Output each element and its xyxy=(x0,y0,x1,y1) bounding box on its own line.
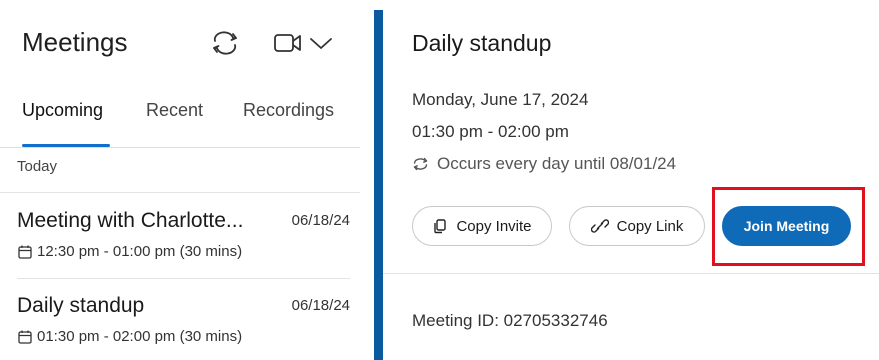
recurrence-icon xyxy=(413,157,428,171)
meeting-time: 12:30 pm - 01:00 pm (30 mins) xyxy=(17,243,242,260)
video-options-button[interactable] xyxy=(266,27,342,59)
meetings-panel: Meetings Upcoming Recent Recordings Toda… xyxy=(0,0,374,360)
meeting-time-text: 01:30 pm - 02:00 pm (30 mins) xyxy=(37,328,243,345)
sync-icon[interactable] xyxy=(206,27,244,59)
chevron-down-icon xyxy=(310,38,332,49)
meeting-detail-time: 01:30 pm - 02:00 pm xyxy=(412,122,569,141)
tab-recordings[interactable]: Recordings xyxy=(243,100,334,121)
divider xyxy=(0,147,360,148)
section-label-today: Today xyxy=(17,158,58,175)
recurrence-text: Occurs every day until 08/01/24 xyxy=(437,154,677,173)
link-icon xyxy=(590,219,609,233)
copy-link-button[interactable]: Copy Link xyxy=(569,206,705,246)
meeting-time: 01:30 pm - 02:00 pm (30 mins) xyxy=(17,328,242,345)
list-item-meeting[interactable]: Daily standup 06/18/24 01:30 pm - 02:00 … xyxy=(0,282,360,360)
meetings-header: Meetings xyxy=(0,0,374,85)
list-item-meeting[interactable]: Meeting with Charlotte... 06/18/24 12:30… xyxy=(0,197,360,281)
meeting-time-text: 12:30 pm - 01:00 pm (30 mins) xyxy=(37,243,243,260)
calendar-icon xyxy=(18,330,32,344)
meeting-detail-title: Daily standup xyxy=(412,30,552,56)
meeting-detail-date: Monday, June 17, 2024 xyxy=(412,90,589,109)
divider xyxy=(0,192,360,193)
meeting-recurrence: Occurs every day until 08/01/24 xyxy=(412,154,676,174)
video-camera-icon xyxy=(274,34,301,52)
divider xyxy=(17,278,350,279)
meeting-date: 06/18/24 xyxy=(291,212,350,229)
copy-icon xyxy=(434,219,447,234)
copy-invite-button[interactable]: Copy Invite xyxy=(412,206,552,246)
copy-invite-label: Copy Invite xyxy=(456,217,532,235)
meeting-tabs: Upcoming Recent Recordings xyxy=(0,86,374,148)
tab-recent[interactable]: Recent xyxy=(146,100,203,121)
calendar-icon xyxy=(18,245,32,259)
copy-link-label: Copy Link xyxy=(616,217,684,235)
meeting-detail-panel: Daily standup Monday, June 17, 2024 01:3… xyxy=(383,0,879,360)
join-meeting-button[interactable]: Join Meeting xyxy=(722,206,851,246)
tab-upcoming[interactable]: Upcoming xyxy=(22,100,103,121)
meeting-id: Meeting ID: 02705332746 xyxy=(412,311,608,330)
page-title: Meetings xyxy=(22,27,128,57)
pane-splitter[interactable] xyxy=(374,10,383,360)
meeting-title: Daily standup xyxy=(17,294,145,317)
meeting-title: Meeting with Charlotte... xyxy=(17,209,244,232)
divider xyxy=(383,273,879,274)
meeting-date: 06/18/24 xyxy=(291,297,350,314)
